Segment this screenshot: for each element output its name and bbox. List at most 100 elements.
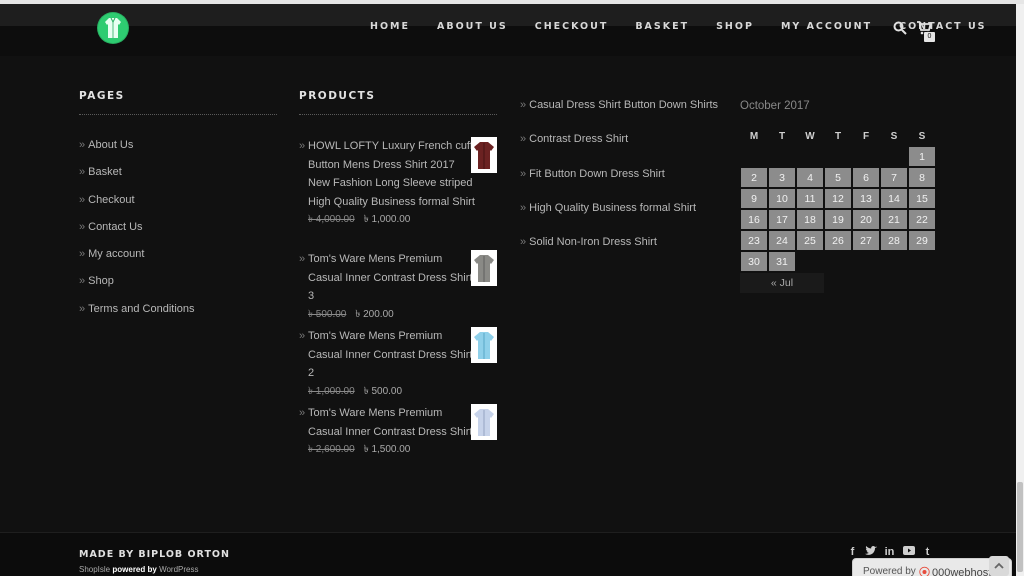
category-link[interactable]: Contrast Dress Shirt	[529, 133, 628, 145]
list-item: » Basket	[79, 166, 122, 179]
category-link[interactable]: Casual Dress Shirt Button Down Shirts	[529, 99, 718, 111]
weekday-header: S	[918, 130, 926, 142]
cart-count-badge: 0	[924, 32, 935, 42]
calendar-day[interactable]: 19	[824, 209, 852, 230]
product-name-link[interactable]: HOWL LOFTY Luxury French cuff Button Men…	[308, 137, 478, 211]
list-item: » My account	[79, 248, 145, 261]
list-item: » Solid Non-Iron Dress Shirt	[520, 236, 657, 249]
page-link-basket[interactable]: Basket	[88, 166, 122, 178]
calendar-day[interactable]: 21	[880, 209, 908, 230]
calendar-day[interactable]: 26	[824, 230, 852, 251]
shirt-image-icon	[474, 409, 494, 436]
nav-shop[interactable]: SHOP	[716, 21, 754, 32]
calendar-empty-cell	[796, 251, 824, 272]
weekday-header: F	[862, 130, 870, 142]
calendar-day[interactable]: 17	[768, 209, 796, 230]
product-thumbnail[interactable]	[471, 137, 497, 173]
calendar-prev-month-link[interactable]: « Jul	[740, 273, 824, 293]
site-logo[interactable]	[98, 13, 128, 43]
sale-price: ৳ 200.00	[355, 308, 394, 320]
calendar-caption: October 2017	[740, 100, 810, 112]
scrollbar-thumb[interactable]	[1017, 482, 1023, 572]
products-divider	[299, 114, 497, 115]
list-item: » Terms and Conditions	[79, 302, 195, 315]
nav-my-account[interactable]: MY ACCOUNT	[781, 21, 872, 32]
weekday-header: T	[778, 130, 786, 142]
page-scrollbar[interactable]	[1016, 4, 1024, 576]
calendar-body: 1 2 3 4 5 6 7 8 9 10 11 12 13 14 15 16 17 18 19 20 21 22 23 24 2…	[740, 146, 936, 272]
nav-checkout[interactable]: CHECKOUT	[535, 21, 609, 32]
wordpress-link[interactable]: WordPress	[159, 565, 198, 574]
calendar-day[interactable]: 18	[796, 209, 824, 230]
calendar-day[interactable]: 31	[768, 251, 796, 272]
list-item: » High Quality Business formal Shirt	[520, 201, 697, 214]
category-link[interactable]: High Quality Business formal Shirt	[529, 202, 696, 214]
page-link-my-account[interactable]: My account	[88, 248, 144, 260]
page-link-shop[interactable]: Shop	[88, 275, 114, 287]
page-link-checkout[interactable]: Checkout	[88, 194, 134, 206]
nav-contact-us[interactable]: CONTACT US	[899, 21, 986, 32]
product-prices: ৳ 4,000.00 ৳ 1,000.00	[308, 212, 478, 229]
calendar-week-row: 2345678	[740, 167, 936, 188]
calendar-day[interactable]: 15	[908, 188, 936, 209]
product-name-link[interactable]: Tom's Ware Mens Premium Casual Inner Con…	[308, 327, 478, 383]
calendar-day[interactable]: 9	[740, 188, 768, 209]
product-name-link[interactable]: Tom's Ware Mens Premium Casual Inner Con…	[308, 250, 478, 306]
list-item: » Shop	[79, 275, 114, 288]
page-link-contact-us[interactable]: Contact Us	[88, 221, 142, 233]
calendar-day[interactable]: 23	[740, 230, 768, 251]
webhost-label: Powered by	[863, 566, 916, 576]
calendar-empty-cell	[768, 146, 796, 167]
nav-home[interactable]: HOME	[370, 21, 410, 32]
category-link[interactable]: Solid Non-Iron Dress Shirt	[529, 236, 657, 248]
calendar-day[interactable]: 24	[768, 230, 796, 251]
product-thumbnail[interactable]	[471, 327, 497, 363]
page-link-terms[interactable]: Terms and Conditions	[88, 303, 194, 315]
weekday-header: S	[890, 130, 898, 142]
weekday-header: T	[834, 130, 842, 142]
nav-basket[interactable]: BASKET	[635, 21, 689, 32]
product-prices: ৳ 2,600.00 ৳ 1,500.00	[308, 442, 478, 459]
sale-price: ৳ 1,500.00	[363, 444, 411, 456]
calendar-empty-cell	[880, 146, 908, 167]
calendar-day[interactable]: 13	[852, 188, 880, 209]
calendar-day[interactable]: 4	[796, 167, 824, 188]
calendar-day[interactable]: 25	[796, 230, 824, 251]
calendar-day[interactable]: 2	[740, 167, 768, 188]
category-link[interactable]: Fit Button Down Dress Shirt	[529, 168, 665, 180]
scroll-to-top-button[interactable]	[989, 556, 1009, 576]
calendar-day[interactable]: 3	[768, 167, 796, 188]
calendar-day[interactable]: 7	[880, 167, 908, 188]
theme-link[interactable]: ShopIsle	[79, 565, 110, 574]
product-name-link[interactable]: Tom's Ware Mens Premium Casual Inner Con…	[308, 404, 478, 441]
calendar-day[interactable]: 14	[880, 188, 908, 209]
list-item: » Contrast Dress Shirt	[520, 133, 629, 146]
old-price: ৳ 500.00	[308, 308, 347, 320]
calendar-day[interactable]: 10	[768, 188, 796, 209]
made-by-credit: MADE BY BIPLOB ORTON	[79, 549, 230, 560]
webhost-badge[interactable]: Powered by ⦿ 000webhost	[852, 558, 1012, 576]
calendar-day[interactable]: 12	[824, 188, 852, 209]
calendar-day[interactable]: 8	[908, 167, 936, 188]
calendar-empty-cell	[852, 146, 880, 167]
calendar-day[interactable]: 27	[852, 230, 880, 251]
calendar-day[interactable]: 28	[880, 230, 908, 251]
search-icon[interactable]	[893, 21, 909, 37]
calendar-day[interactable]: 5	[824, 167, 852, 188]
calendar-day[interactable]: 22	[908, 209, 936, 230]
calendar-day[interactable]: 11	[796, 188, 824, 209]
weekday-header: W	[805, 130, 815, 142]
category-list: » Casual Dress Shirt Button Down Shirts »…	[520, 99, 718, 270]
calendar-day[interactable]: 20	[852, 209, 880, 230]
calendar-day[interactable]: 29	[908, 230, 936, 251]
calendar-day[interactable]: 30	[740, 251, 768, 272]
calendar-day[interactable]: 1	[908, 146, 936, 167]
product-thumbnail[interactable]	[471, 404, 497, 440]
product-thumbnail[interactable]	[471, 250, 497, 286]
calendar-day[interactable]: 16	[740, 209, 768, 230]
calendar-empty-cell	[824, 251, 852, 272]
calendar-empty-cell	[908, 251, 936, 272]
calendar-day[interactable]: 6	[852, 167, 880, 188]
page-link-about-us[interactable]: About Us	[88, 139, 133, 151]
nav-about-us[interactable]: ABOUT US	[437, 21, 508, 32]
